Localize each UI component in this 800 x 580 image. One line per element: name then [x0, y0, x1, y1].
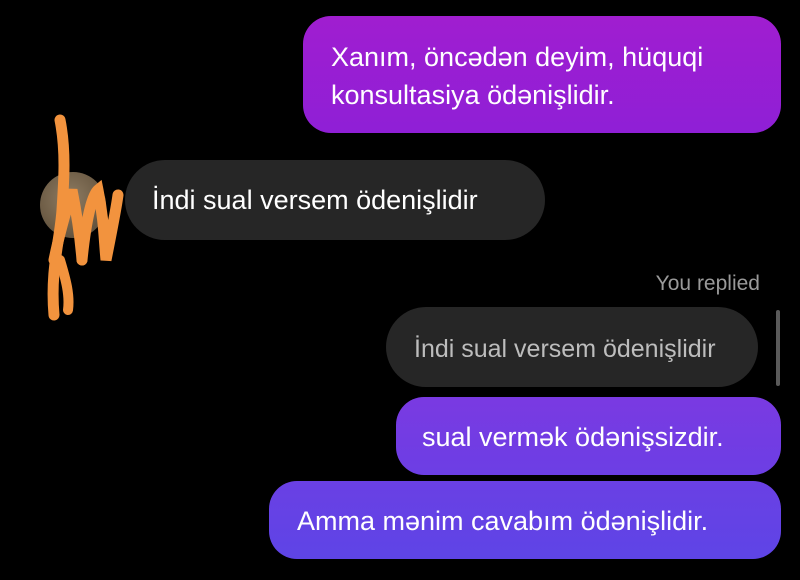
reply-indicator-bar [776, 310, 780, 386]
message-bubble-outgoing[interactable]: sual vermək ödənişsizdir. [396, 397, 781, 475]
message-text-line: Xanım, öncədən deyim, hüquqi [331, 42, 704, 72]
message-text-line: konsultasiya ödənişlidir. [331, 80, 615, 110]
quoted-message-text: İndi sual versem ödenişlidir [414, 335, 716, 363]
message-bubble-outgoing[interactable]: Amma mənim cavabım ödənişlidir. [269, 481, 781, 559]
message-text: Amma mənim cavabım ödənişlidir. [297, 506, 709, 536]
reply-label: You replied [655, 272, 760, 295]
message-text: İndi sual versem ödenişlidir [152, 185, 478, 215]
message-bubble-outgoing[interactable]: Xanım, öncədən deyim, hüquqi konsultasiy… [303, 16, 781, 133]
message-bubble-incoming[interactable]: İndi sual versem ödenişlidir [125, 160, 545, 240]
quoted-message-bubble[interactable]: İndi sual versem ödenişlidir [386, 307, 758, 387]
message-text: sual vermək ödənişsizdir. [422, 422, 724, 452]
scribble-overlay-icon [47, 114, 124, 321]
